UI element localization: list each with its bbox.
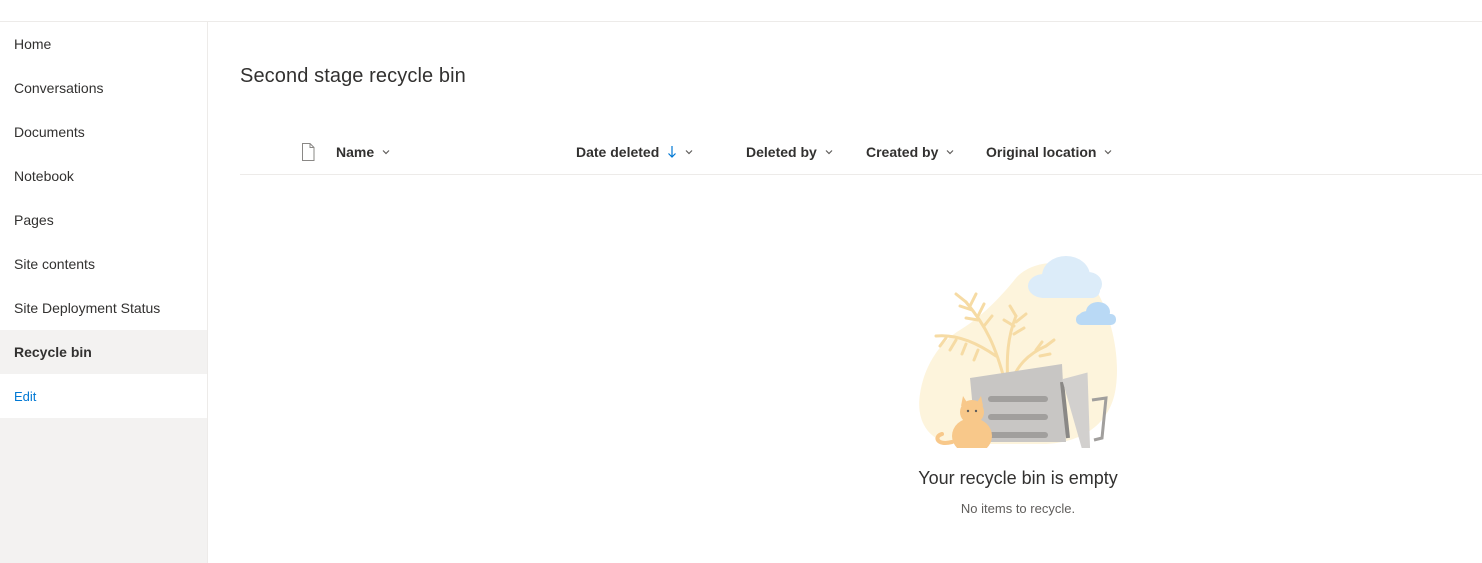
column-header-created-by[interactable]: Created by xyxy=(866,130,955,174)
column-header-row: Name Date deleted Deleted by Created by … xyxy=(240,130,1482,175)
column-original-location-label: Original location xyxy=(986,144,1097,160)
page-title: Second stage recycle bin xyxy=(240,65,466,87)
column-header-date-deleted[interactable]: Date deleted xyxy=(576,130,694,174)
nav-item-label: Pages xyxy=(14,212,54,228)
chevron-down-icon xyxy=(685,150,693,155)
nav-item-label: Conversations xyxy=(14,80,104,96)
column-header-deleted-by[interactable]: Deleted by xyxy=(746,130,834,174)
nav-item-label: Site contents xyxy=(14,256,95,272)
nav-item-label: Site Deployment Status xyxy=(14,300,161,316)
nav-item-label: Home xyxy=(14,36,52,52)
nav-list: Home Conversations Documents Notebook Pa… xyxy=(0,22,207,418)
edit-nav-link[interactable]: Edit xyxy=(0,374,207,418)
nav-item-pages[interactable]: Pages xyxy=(0,198,207,242)
left-navigation: Home Conversations Documents Notebook Pa… xyxy=(0,22,208,563)
empty-recycle-bin-illustration xyxy=(919,256,1118,448)
column-name-label: Name xyxy=(336,144,375,160)
column-date-deleted-label: Date deleted xyxy=(576,144,660,160)
column-header-original-location[interactable]: Original location xyxy=(986,130,1113,174)
nav-item-recycle-bin[interactable]: Recycle bin xyxy=(0,330,207,374)
nav-item-home[interactable]: Home xyxy=(0,22,207,66)
nav-item-label: Notebook xyxy=(14,168,74,184)
nav-item-conversations[interactable]: Conversations xyxy=(0,66,207,110)
nav-item-site-deployment-status[interactable]: Site Deployment Status xyxy=(0,286,207,330)
empty-state-title: Your recycle bin is empty xyxy=(918,468,1118,488)
empty-state-subtitle: No items to recycle. xyxy=(960,501,1076,516)
chevron-down-icon xyxy=(1105,150,1112,155)
nav-item-label: Recycle bin xyxy=(14,344,92,360)
arrow-down-icon xyxy=(668,146,677,158)
document-icon[interactable] xyxy=(300,143,316,161)
chevron-down-icon xyxy=(946,150,954,155)
column-header-name[interactable]: Name xyxy=(336,130,391,174)
chevron-down-icon xyxy=(382,150,390,155)
nav-item-documents[interactable]: Documents xyxy=(0,110,207,154)
main-content: Second stage recycle bin Name Date delet… xyxy=(208,22,1482,563)
nav-item-site-contents[interactable]: Site contents xyxy=(0,242,207,286)
edit-link-label: Edit xyxy=(14,388,37,404)
top-bar xyxy=(0,0,1482,22)
column-created-by-label: Created by xyxy=(866,144,939,160)
chevron-down-icon xyxy=(825,150,833,155)
nav-item-notebook[interactable]: Notebook xyxy=(0,154,207,198)
column-deleted-by-label: Deleted by xyxy=(746,144,817,160)
nav-item-label: Documents xyxy=(14,124,85,140)
